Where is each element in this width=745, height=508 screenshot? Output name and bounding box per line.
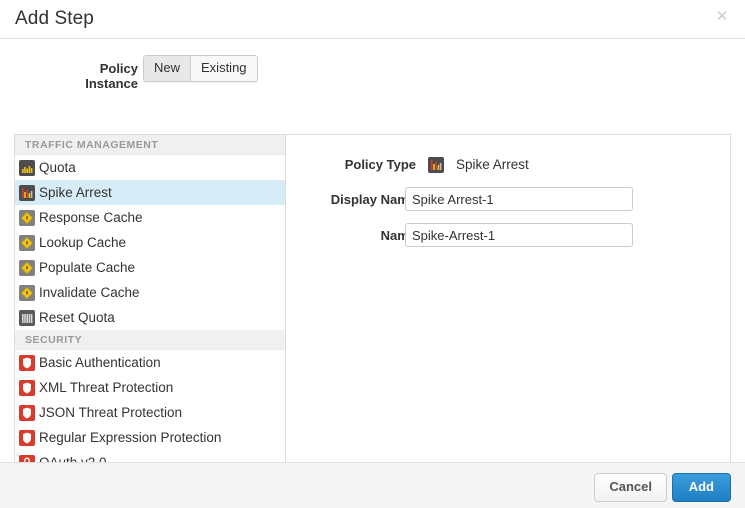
sidebar-item-json-threat-protection[interactable]: JSON Threat Protection (15, 400, 285, 425)
display-name-row: Display Name (286, 187, 730, 213)
bar-chart-yellow-icon (19, 160, 35, 176)
sidebar-item-label: Quota (39, 160, 76, 176)
policy-type-label: Policy Type (286, 152, 416, 178)
diamond-yellow-icon (19, 210, 35, 226)
sidebar-item-label: Basic Authentication (39, 355, 161, 371)
policy-instance-label: Policy Instance (48, 61, 138, 91)
sidebar-item-label: JSON Threat Protection (39, 405, 182, 421)
policy-list-sidebar[interactable]: TRAFFIC MANAGEMENT Quota (15, 135, 286, 481)
policy-type-value-wrap: Spike Arrest (428, 152, 529, 178)
sidebar-item-label: Regular Expression Protection (39, 430, 221, 446)
sidebar-item-invalidate-cache[interactable]: Invalidate Cache (15, 280, 285, 305)
page-title: Add Step (15, 6, 94, 32)
sidebar-item-quota[interactable]: Quota (15, 155, 285, 180)
modal-header: Add Step ✕ (0, 0, 745, 39)
modal-footer: Cancel Add (0, 462, 745, 508)
sidebar-item-reset-quota[interactable]: Reset Quota (15, 305, 285, 330)
sidebar-item-regular-expression-protection[interactable]: Regular Expression Protection (15, 425, 285, 450)
cancel-button[interactable]: Cancel (594, 473, 667, 502)
name-label: Name (286, 223, 416, 249)
group-header-security: SECURITY (15, 330, 285, 350)
sidebar-item-label: Invalidate Cache (39, 285, 140, 301)
sidebar-item-label: Populate Cache (39, 260, 135, 276)
sidebar-item-label: Lookup Cache (39, 235, 126, 251)
shield-red-icon (19, 355, 35, 371)
policy-instance-toggle-group: New Existing (143, 55, 258, 82)
display-name-label: Display Name (286, 187, 416, 213)
sidebar-item-populate-cache[interactable]: Populate Cache (15, 255, 285, 280)
sidebar-item-basic-authentication[interactable]: Basic Authentication (15, 350, 285, 375)
shield-red-icon (19, 380, 35, 396)
name-row: Name (286, 223, 730, 249)
diamond-yellow-icon (19, 260, 35, 276)
diamond-yellow-icon (19, 285, 35, 301)
policy-instance-row: Policy Instance New Existing (0, 55, 745, 85)
add-button[interactable]: Add (672, 473, 731, 502)
policy-type-row: Policy Type Spike Arrest (286, 152, 730, 178)
bar-chart-gray-icon (19, 310, 35, 326)
sidebar-item-response-cache[interactable]: Response Cache (15, 205, 285, 230)
bar-chart-red-icon (19, 185, 35, 201)
sidebar-item-label: Reset Quota (39, 310, 115, 326)
shield-red-icon (19, 405, 35, 421)
sidebar-item-label: Response Cache (39, 210, 143, 226)
close-icon[interactable]: ✕ (712, 7, 732, 27)
policy-details-form: Policy Type Spike Arrest (286, 135, 730, 481)
sidebar-item-xml-threat-protection[interactable]: XML Threat Protection (15, 375, 285, 400)
policy-picker-panel: TRAFFIC MANAGEMENT Quota (14, 134, 731, 482)
bar-chart-red-icon (428, 157, 444, 173)
sidebar-item-spike-arrest[interactable]: Spike Arrest (15, 180, 285, 205)
group-header-traffic-management: TRAFFIC MANAGEMENT (15, 135, 285, 155)
sidebar-item-lookup-cache[interactable]: Lookup Cache (15, 230, 285, 255)
sidebar-item-label: Spike Arrest (39, 185, 112, 201)
shield-red-icon (19, 430, 35, 446)
diamond-yellow-icon (19, 235, 35, 251)
policy-instance-existing-button[interactable]: Existing (190, 55, 258, 82)
display-name-input[interactable] (405, 187, 633, 211)
name-input[interactable] (405, 223, 633, 247)
sidebar-item-label: XML Threat Protection (39, 380, 173, 396)
policy-type-value: Spike Arrest (456, 152, 529, 178)
modal-body: Policy Instance New Existing TRAFFIC MAN… (0, 39, 745, 461)
policy-instance-new-button[interactable]: New (143, 55, 190, 82)
